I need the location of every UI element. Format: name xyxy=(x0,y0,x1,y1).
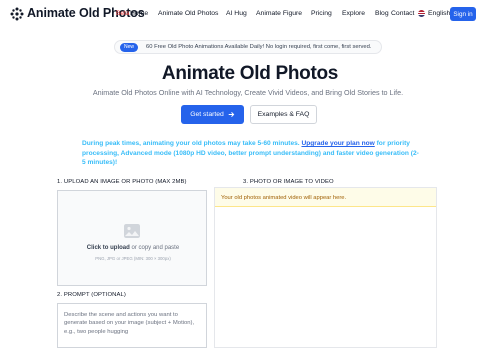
top-nav: Animate Old Photos Beta Home Animate Old… xyxy=(0,0,500,28)
examples-faq-button[interactable]: Examples & FAQ xyxy=(250,105,317,124)
nav-animate-figure[interactable]: Animate Figure xyxy=(256,10,302,17)
nav-blog[interactable]: Blog xyxy=(375,10,389,17)
us-flag-icon xyxy=(418,10,425,17)
new-badge: New xyxy=(120,42,139,52)
preview-banner: Your old photos animated video will appe… xyxy=(215,188,436,207)
peak-time-notice: During peak times, animating your old ph… xyxy=(82,139,422,168)
nav-animate-old-photos[interactable]: Animate Old Photos xyxy=(158,10,218,17)
nav-pricing[interactable]: Pricing xyxy=(311,10,332,17)
video-section-label: 3. PHOTO OR IMAGE TO VIDEO xyxy=(243,179,334,185)
prompt-section-label: 2. PROMPT (OPTIONAL) xyxy=(57,292,126,298)
nav-explore[interactable]: Explore xyxy=(342,10,365,17)
get-started-button[interactable]: Get started xyxy=(181,105,244,124)
nav-contact[interactable]: Contact xyxy=(391,10,414,17)
upload-instruction: Click to upload or copy and paste xyxy=(58,245,208,251)
upgrade-plan-link[interactable]: Upgrade your plan now xyxy=(301,140,374,147)
nav-home[interactable]: Home xyxy=(130,10,148,17)
video-preview-panel: Your old photos animated video will appe… xyxy=(214,187,437,348)
language-label: English xyxy=(428,10,451,17)
announcement-text: 60 Free Old Photo Animations Available D… xyxy=(146,44,372,50)
image-placeholder-icon xyxy=(124,224,140,238)
page-subtitle: Animate Old Photos Online with AI Techno… xyxy=(92,88,404,97)
sign-in-button[interactable]: Sign in xyxy=(450,7,476,21)
prompt-placeholder: Describe the scene and actions you want … xyxy=(64,312,195,335)
announcement-pill[interactable]: New 60 Free Old Photo Animations Availab… xyxy=(114,40,382,54)
language-selector[interactable]: English xyxy=(418,10,450,17)
image-upload-dropzone[interactable]: Click to upload or copy and paste PNG, J… xyxy=(57,190,207,286)
prompt-textarea[interactable]: Describe the scene and actions you want … xyxy=(57,303,207,348)
upload-section-label: 1. UPLOAD AN IMAGE OR PHOTO (MAX 2MB) xyxy=(57,179,187,185)
get-started-label: Get started xyxy=(190,111,224,118)
upload-or-paste: or copy and paste xyxy=(129,245,180,251)
click-to-upload[interactable]: Click to upload xyxy=(87,245,130,251)
notice-text-before: During peak times, animating your old ph… xyxy=(82,140,302,147)
page-title: Animate Old Photos xyxy=(161,63,339,84)
arrow-right-icon xyxy=(228,112,235,117)
nav-ai-hug[interactable]: AI Hug xyxy=(226,10,247,17)
logo-icon[interactable] xyxy=(10,7,24,21)
upload-format-hint: PNG, JPG or JPEG (MIN: 300 × 300px) xyxy=(95,256,171,261)
video-placeholder-text: Your old photos animated video will appe… xyxy=(221,195,347,201)
beta-badge: Beta xyxy=(116,10,130,17)
